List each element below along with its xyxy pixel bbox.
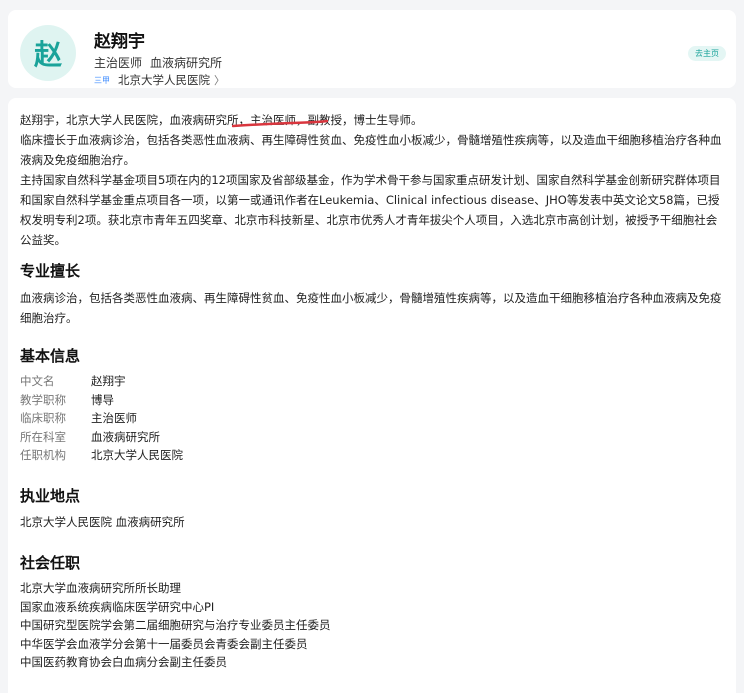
- basic-info-table: 中文名 赵翔宇 教学职称 博导 临床职称 主治医师 所在科室 血液病研究所 任职…: [20, 372, 183, 465]
- list-item: 中国研究型医院学会第二届细胞研究与治疗专业委员主任委员: [20, 618, 331, 632]
- doctor-name: 赵翔宇: [94, 32, 145, 52]
- homepage-button[interactable]: 去主页: [688, 46, 726, 61]
- intro-section: 赵翔宇，北京大学人民医院，血液病研究所，主治医师，副教授，博士生导师。 临床擅长…: [20, 110, 728, 250]
- info-value: 北京大学人民医院: [91, 448, 183, 463]
- doctor-meta: 主治医师 血液病研究所: [94, 54, 222, 71]
- intro-line: 临床擅长于血液病诊治，包括各类恶性血液病、再生障碍性贫血、免疫性血小板减少，骨髓…: [20, 133, 722, 167]
- info-row: 临床职称 主治医师: [20, 409, 183, 428]
- list-item: 中华医学会血液学分会第十一届委员会青委会副主任委员: [20, 636, 308, 651]
- chevron-right-icon: 〉: [214, 74, 225, 87]
- intro-line: 主持国家自然科学基金项目5项在内的12项国家及省部级基金，作为学术骨干参与国家重…: [20, 173, 721, 247]
- hospital-link[interactable]: 三甲 北京大学人民医院 〉: [94, 72, 225, 88]
- practice-heading: 执业地点: [20, 487, 81, 505]
- info-key: 中文名: [20, 374, 55, 389]
- info-value: 主治医师: [91, 411, 137, 426]
- hospital-grade-badge: 三甲: [94, 75, 110, 85]
- profile-content-card: 赵翔宇，北京大学人民医院，血液病研究所，主治医师，副教授，博士生导师。 临床擅长…: [8, 98, 736, 693]
- doctor-department: 血液病研究所: [150, 56, 223, 70]
- info-row: 中文名 赵翔宇: [20, 372, 183, 391]
- info-value: 博导: [91, 392, 114, 407]
- info-row: 任职机构 北京大学人民医院: [20, 446, 183, 465]
- info-key: 任职机构: [20, 448, 66, 463]
- red-underline-annotation: [232, 119, 328, 128]
- specialty-heading: 专业擅长: [20, 262, 81, 280]
- basic-info-heading: 基本信息: [20, 347, 81, 365]
- info-key: 所在科室: [20, 429, 66, 444]
- hospital-name: 北京大学人民医院: [118, 73, 210, 87]
- info-key: 教学职称: [20, 392, 66, 407]
- social-roles-list: 北京大学血液病研究所所长助理 国家血液系统疾病临床医学研究中心PI 中国研究型医…: [20, 579, 331, 672]
- info-value: 血液病研究所: [91, 429, 160, 444]
- specialty-text: 血液病诊治，包括各类恶性血液病、再生障碍性贫血、免疫性血小板减少，骨髓增殖性疾病…: [20, 291, 722, 325]
- info-row: 教学职称 博导: [20, 391, 183, 410]
- info-value: 赵翔宇: [91, 374, 126, 389]
- intro-line: 赵翔宇，北京大学人民医院，血液病研究所，主治医师，副教授，博士生导师。: [20, 113, 423, 127]
- doctor-header-card: 赵 赵翔宇 主治医师 血液病研究所 三甲 北京大学人民医院 〉 去主页: [8, 10, 736, 88]
- avatar: 赵: [20, 25, 76, 81]
- list-item: 北京大学血液病研究所所长助理: [20, 581, 181, 595]
- list-item: 中国医药教育协会白血病分会副主任委员: [20, 655, 227, 669]
- info-row: 所在科室 血液病研究所: [20, 428, 183, 447]
- social-heading: 社会任职: [20, 554, 81, 572]
- info-key: 临床职称: [20, 411, 66, 426]
- doctor-title: 主治医师: [94, 56, 143, 70]
- practice-text: 北京大学人民医院 血液病研究所: [20, 515, 185, 529]
- list-item: 国家血液系统疾病临床医学研究中心PI: [20, 599, 215, 614]
